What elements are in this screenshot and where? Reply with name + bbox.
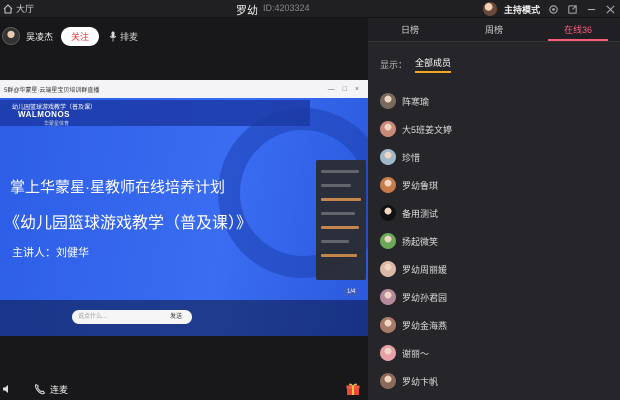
brand-logo: WALMONOS — [18, 110, 70, 119]
slide-line-2: 《幼儿园篮球游戏教学（普及课）》 — [4, 215, 253, 232]
member-list-item[interactable]: 阵寒瑜 — [368, 90, 620, 112]
speaker-icon[interactable] — [2, 384, 12, 394]
host-avatar[interactable] — [482, 2, 497, 16]
member-name: 罗幼金海燕 — [402, 320, 448, 331]
gift-icon[interactable] — [346, 382, 360, 396]
minimize-icon[interactable] — [585, 3, 597, 15]
member-list-item[interactable]: 备用测试 — [368, 202, 620, 224]
member-avatar — [380, 121, 396, 137]
member-avatar — [380, 373, 396, 389]
tab-online[interactable]: 在线36 — [536, 18, 620, 41]
lobby-label: 大厅 — [16, 4, 35, 14]
member-name: 大5班姜文婷 — [402, 124, 453, 135]
shared-window-titlebar: 5群@华蒙星·云端星宝贝培训群直播 — □ × — [0, 80, 368, 98]
follow-button[interactable]: 关注 — [61, 26, 100, 46]
panel-line — [321, 184, 351, 187]
window-controls-icon: — □ × — [327, 85, 362, 93]
member-list-item[interactable]: 罗幼孙君园 — [368, 286, 620, 308]
close-icon[interactable] — [604, 3, 616, 15]
member-avatar — [380, 261, 396, 277]
member-list: 阵寒瑜大5班姜文婷 珍惜罗幼鲁琪备用测试扬起微笑罗幼周丽媛罗幼孙君园罗幼金海燕谢丽… — [368, 80, 620, 400]
member-list-item[interactable]: 珍惜 — [368, 146, 620, 168]
video-screen-share: 5群@华蒙星·云端星宝贝培训群直播 — □ × 幼儿园篮球游戏教学（普及课） W… — [0, 80, 368, 336]
room-title: 罗幼 — [236, 5, 258, 17]
member-name: 珍惜 — [402, 152, 421, 163]
host-mode-label[interactable]: 主持模式 — [504, 3, 540, 16]
streamer-avatar[interactable] — [2, 27, 20, 45]
panel-line — [321, 240, 349, 243]
slide-line-3: 主讲人：刘健华 — [12, 247, 89, 259]
member-list-item[interactable]: 谢丽～ — [368, 342, 620, 364]
member-name: 罗幼卞帆 — [402, 376, 439, 387]
member-avatar — [380, 233, 396, 249]
member-name: 罗幼鲁琪 — [402, 180, 439, 191]
member-name: 罗幼孙君园 — [402, 292, 448, 303]
lobby-button[interactable]: 大厅 — [3, 2, 34, 15]
stream-area: 吴凌杰 关注 排麦 5群@华蒙星·云端星宝贝培训群直播 — □ × 幼儿园篮球游… — [0, 18, 368, 400]
title-bar: 大厅 罗幼 ID:4203324 主持模式 — [0, 0, 620, 18]
member-list-item[interactable]: 大5班姜文婷 — [368, 118, 620, 140]
panel-line — [321, 170, 359, 173]
member-list-item[interactable]: 罗幼鲁琪 — [368, 174, 620, 196]
settings-icon[interactable] — [547, 3, 559, 15]
member-name: 扬起微笑 — [402, 236, 439, 247]
ranking-tabs: 日榜 周榜 在线36 — [368, 18, 620, 42]
queue-button[interactable]: 排麦 — [120, 30, 138, 43]
panel-line — [321, 198, 361, 201]
online-sidebar: 日榜 周榜 在线36 显示： 全部成员 阵寒瑜大5班姜文婷 珍惜罗幼鲁琪备用测试扬… — [368, 18, 620, 400]
presentation-slide: 幼儿园篮球游戏教学（普及课） WALMONOS 华蒙星体育 掌上华蒙星·星教师在… — [0, 98, 368, 336]
member-avatar — [380, 289, 396, 305]
member-avatar — [380, 345, 396, 361]
member-avatar — [380, 149, 396, 165]
member-name: 备用测试 — [402, 208, 439, 219]
panel-line — [321, 254, 357, 257]
share-icon[interactable] — [566, 3, 578, 15]
member-avatar — [380, 93, 396, 109]
filter-label: 显示： — [380, 60, 408, 70]
member-list-item[interactable]: 扬起微笑 — [368, 230, 620, 252]
member-name: 谢丽～ — [402, 348, 430, 359]
tab-weekly[interactable]: 周榜 — [452, 18, 536, 41]
streamer-bar: 吴凌杰 关注 排麦 — [0, 24, 368, 48]
member-filter: 显示： 全部成员 — [380, 56, 452, 73]
member-name: 阵寒瑜 — [402, 96, 430, 107]
member-name: 罗幼周丽媛 — [402, 264, 448, 275]
microphone-icon[interactable] — [109, 31, 117, 42]
bottom-bar: 连麦 — [0, 378, 368, 400]
filter-all-members[interactable]: 全部成员 — [415, 56, 452, 73]
member-list-item[interactable]: 罗幼卞帆 — [368, 370, 620, 392]
home-icon — [3, 3, 13, 13]
panel-line — [321, 226, 359, 229]
brand-subtitle: 华蒙星体育 — [44, 121, 70, 127]
connect-mic-button[interactable]: 连麦 — [50, 383, 68, 396]
member-avatar — [380, 205, 396, 221]
member-avatar — [380, 317, 396, 333]
slide-send-button: 发送 — [170, 314, 183, 320]
slide-line-1: 掌上华蒙星·星教师在线培养计划 — [10, 179, 225, 196]
tab-daily[interactable]: 日榜 — [368, 18, 452, 41]
streamer-name: 吴凌杰 — [26, 31, 54, 42]
shared-window-title: 5群@华蒙星·云端星宝贝培训群直播 — [4, 87, 100, 94]
member-list-item[interactable]: 罗幼金海燕 — [368, 314, 620, 336]
room-id: ID:4203324 — [263, 3, 310, 13]
phone-icon[interactable] — [34, 383, 46, 395]
member-list-item[interactable]: 罗幼周丽媛 — [368, 258, 620, 280]
panel-line — [321, 212, 355, 215]
chat-overlay-panel — [316, 160, 366, 280]
member-avatar — [380, 177, 396, 193]
slide-page-indicator: 1/4 — [344, 288, 359, 296]
